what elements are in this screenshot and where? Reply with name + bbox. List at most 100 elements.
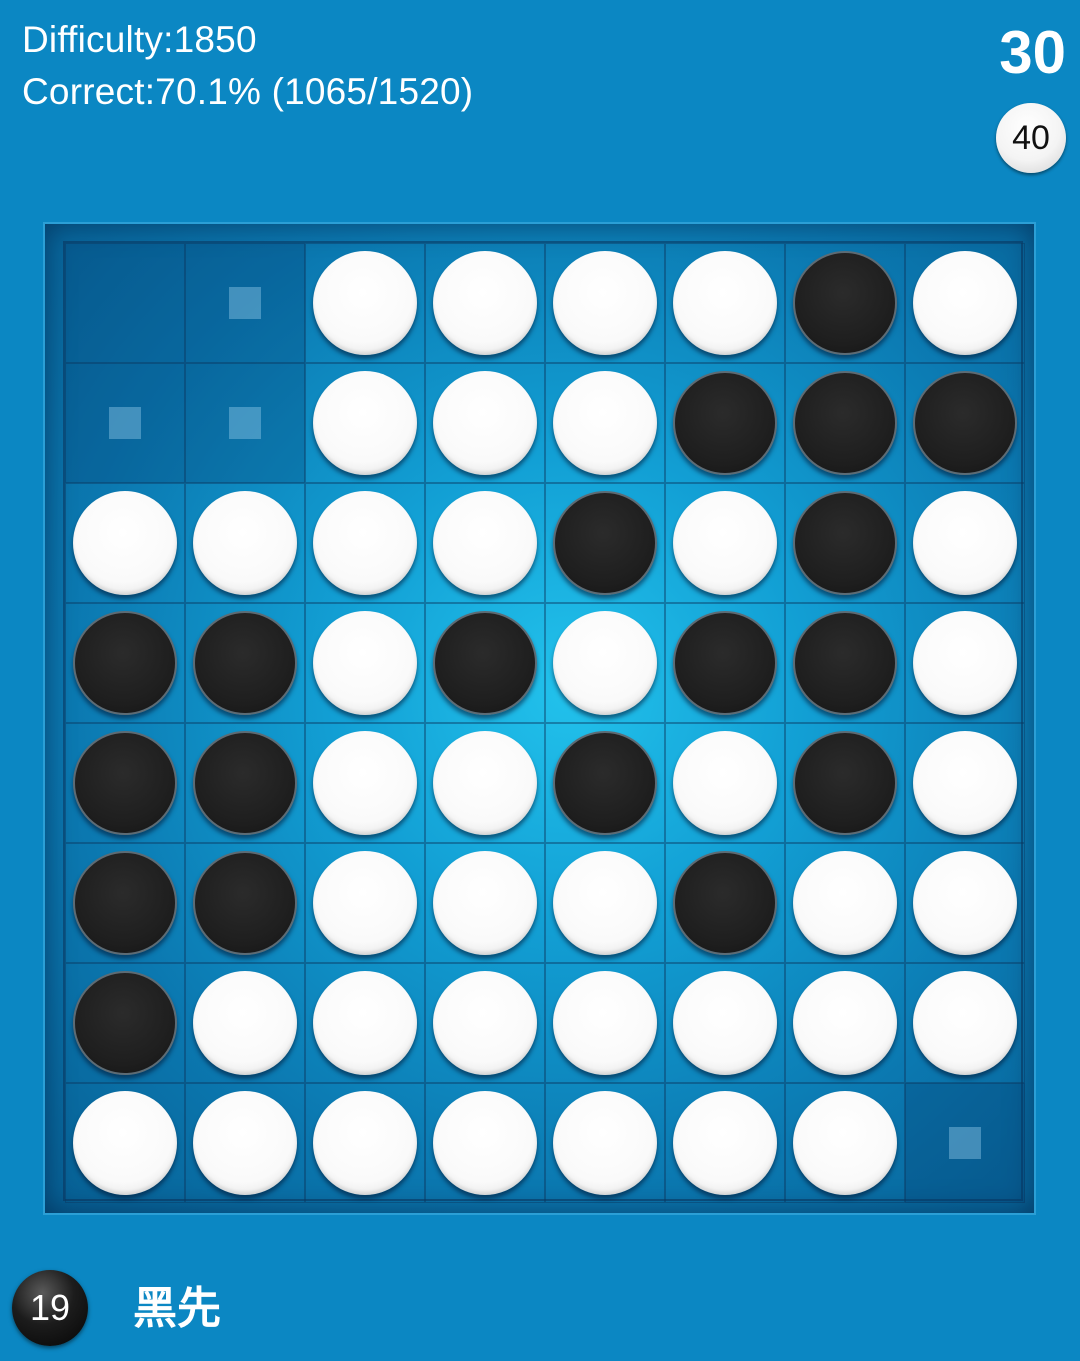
move-hint-marker [949,1127,981,1159]
white-disc [433,1091,537,1195]
board-cell[interactable] [665,843,785,963]
board-cell[interactable] [785,723,905,843]
board-cell[interactable] [305,483,425,603]
black-disc [913,371,1017,475]
white-disc [913,731,1017,835]
board-cell[interactable] [545,723,665,843]
board-cell[interactable] [905,363,1025,483]
board-cell[interactable] [425,1083,545,1203]
board-cell[interactable] [305,843,425,963]
black-disc-count: 19 [12,1270,88,1346]
board-cell[interactable] [185,843,305,963]
difficulty-label: Difficulty:1850 [22,19,257,60]
board-cell[interactable] [665,723,785,843]
board-cell[interactable] [185,243,305,363]
white-disc [313,851,417,955]
board-cell[interactable] [305,1083,425,1203]
board-cell[interactable] [425,363,545,483]
white-disc [313,371,417,475]
move-count: 30 [999,19,1066,86]
board-cell[interactable] [785,963,905,1083]
board-cell[interactable] [905,243,1025,363]
board-cell[interactable] [425,963,545,1083]
board-cell[interactable] [545,243,665,363]
board-cell[interactable] [425,723,545,843]
board-cell[interactable] [665,363,785,483]
white-disc [313,1091,417,1195]
board-cell[interactable] [665,603,785,723]
black-disc [673,611,777,715]
white-disc [313,491,417,595]
board-cell[interactable] [65,1083,185,1203]
move-hint-marker [229,407,261,439]
board-cell[interactable] [185,963,305,1083]
board-cell[interactable] [545,1083,665,1203]
board-cell[interactable] [905,843,1025,963]
board-cell[interactable] [785,1083,905,1203]
board-cell[interactable] [305,603,425,723]
white-disc [553,971,657,1075]
board-cell[interactable] [785,843,905,963]
board-cell[interactable] [785,363,905,483]
board-cell[interactable] [545,963,665,1083]
board-cell[interactable] [545,603,665,723]
board-cell[interactable] [65,843,185,963]
white-disc [313,971,417,1075]
board-cell[interactable] [305,723,425,843]
board-cell[interactable] [65,243,185,363]
board-cell[interactable] [185,1083,305,1203]
white-disc [433,851,537,955]
board-cell[interactable] [905,963,1025,1083]
white-disc [313,611,417,715]
board-cell[interactable] [185,723,305,843]
black-disc [553,491,657,595]
board-cell[interactable] [305,363,425,483]
board-cell[interactable] [545,363,665,483]
board-cell[interactable] [905,603,1025,723]
board-cell[interactable] [425,603,545,723]
black-disc [673,371,777,475]
black-disc [193,731,297,835]
white-disc [673,251,777,355]
black-disc [193,611,297,715]
board-cell[interactable] [305,963,425,1083]
board-cell[interactable] [425,243,545,363]
stats-panel: Difficulty:1850 Correct:70.1% (1065/1520… [22,14,473,118]
white-disc [553,1091,657,1195]
board-cell[interactable] [65,963,185,1083]
white-disc [913,611,1017,715]
board-cell[interactable] [65,723,185,843]
white-disc [193,971,297,1075]
white-disc [313,251,417,355]
board-cell[interactable] [185,483,305,603]
board-cell[interactable] [545,483,665,603]
white-disc [913,851,1017,955]
white-disc [433,491,537,595]
board-cell[interactable] [785,483,905,603]
board-cell[interactable] [545,843,665,963]
board-cell[interactable] [785,603,905,723]
board-cell[interactable] [905,1083,1025,1203]
board-cell[interactable] [665,243,785,363]
board-cell[interactable] [185,603,305,723]
board-cell[interactable] [305,243,425,363]
black-disc [433,611,537,715]
board-cell[interactable] [665,963,785,1083]
board-cell[interactable] [185,363,305,483]
board-cell[interactable] [665,1083,785,1203]
board-cell[interactable] [905,723,1025,843]
white-disc [433,731,537,835]
board-cell[interactable] [425,843,545,963]
black-disc [793,491,897,595]
board-cell[interactable] [65,363,185,483]
board-cell[interactable] [905,483,1025,603]
board-cell[interactable] [665,483,785,603]
black-disc [793,611,897,715]
board-cell[interactable] [65,603,185,723]
white-disc [73,1091,177,1195]
white-disc [793,1091,897,1195]
board-cell[interactable] [785,243,905,363]
board-cell[interactable] [65,483,185,603]
board-cell[interactable] [425,483,545,603]
reversi-board [43,222,1036,1215]
